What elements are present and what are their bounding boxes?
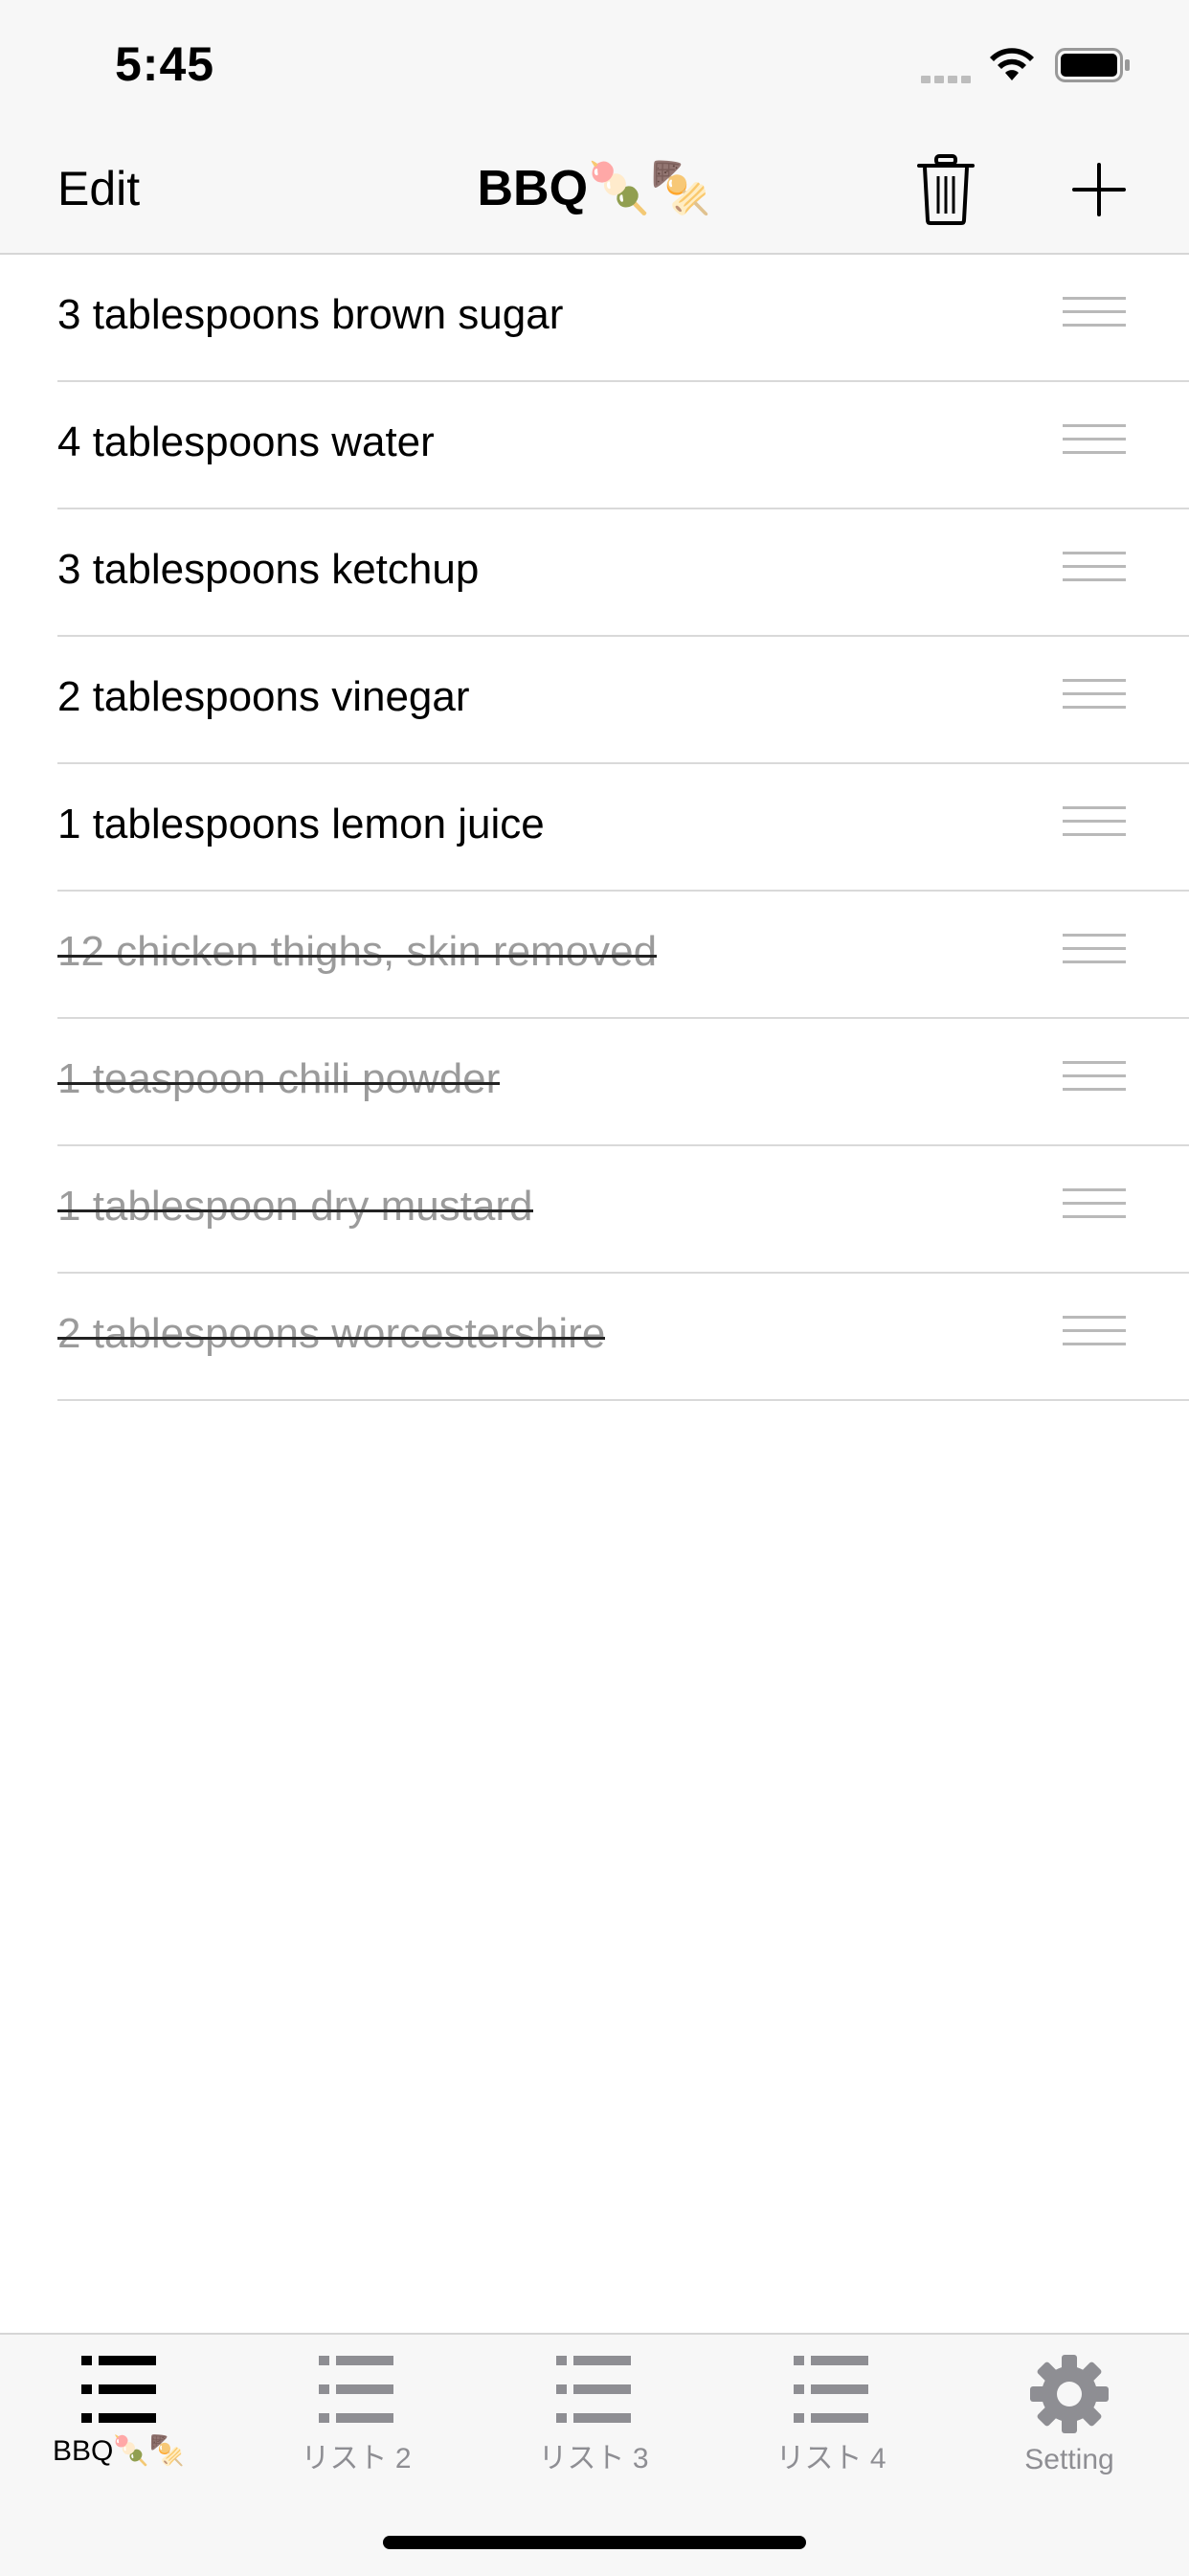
battery-icon	[1055, 48, 1130, 82]
wifi-icon	[990, 48, 1034, 80]
tab-label: Setting	[1024, 2444, 1114, 2475]
home-indicator	[383, 2536, 806, 2549]
cellular-signal-icon	[921, 71, 975, 83]
tab-list-2[interactable]: リスト 2	[237, 2354, 475, 2497]
tab-label: リスト 4	[775, 2443, 886, 2474]
list-item-text: 3 tablespoons brown sugar	[57, 291, 564, 338]
list-icon	[81, 2356, 156, 2423]
tab-bbq[interactable]: BBQ🍡🍢	[0, 2354, 237, 2497]
list-item-completed[interactable]: 12 chicken thighs, skin removed	[57, 892, 1189, 1019]
list-item[interactable]: 3 tablespoons ketchup	[57, 509, 1189, 637]
list-item[interactable]: 1 tablespoons lemon juice	[57, 764, 1189, 892]
list-item-text: 1 teaspoon chili powder	[57, 1055, 501, 1102]
trash-icon[interactable]	[915, 153, 976, 226]
list-item[interactable]: 4 tablespoons water	[57, 382, 1189, 509]
reorder-handle-icon[interactable]	[1063, 552, 1126, 592]
reorder-handle-icon[interactable]	[1063, 679, 1126, 719]
list-item-text: 1 tablespoons lemon juice	[57, 801, 545, 847]
strikethrough-line	[57, 955, 658, 958]
tab-list-4[interactable]: リスト 4	[712, 2354, 950, 2497]
reorder-handle-icon[interactable]	[1063, 1188, 1126, 1229]
list-item-completed[interactable]: 2 tablespoons worcestershire	[57, 1274, 1189, 1401]
reorder-handle-icon[interactable]	[1063, 1061, 1126, 1101]
list-item[interactable]: 3 tablespoons brown sugar	[57, 255, 1189, 382]
tab-label: リスト 3	[538, 2443, 649, 2474]
gear-icon	[1030, 2355, 1109, 2433]
add-button[interactable]	[1070, 161, 1128, 218]
list-item-completed[interactable]: 1 tablespoon dry mustard	[57, 1146, 1189, 1274]
status-bar: 5:45	[0, 0, 1189, 134]
list-item-text: 3 tablespoons ketchup	[57, 546, 480, 593]
list-item-text: 2 tablespoons worcestershire	[57, 1310, 606, 1357]
list-item-text: 12 chicken thighs, skin removed	[57, 928, 658, 975]
reorder-handle-icon[interactable]	[1063, 806, 1126, 847]
reorder-handle-icon[interactable]	[1063, 297, 1126, 337]
tab-label: リスト 2	[301, 2443, 412, 2474]
reorder-handle-icon[interactable]	[1063, 1316, 1126, 1356]
ingredient-list: 3 tablespoons brown sugar 4 tablespoons …	[0, 255, 1189, 1401]
list-item-completed[interactable]: 1 teaspoon chili powder	[57, 1019, 1189, 1146]
list-icon	[319, 2356, 393, 2423]
list-icon	[794, 2356, 868, 2423]
strikethrough-line	[57, 1082, 501, 1085]
strikethrough-line	[57, 1337, 606, 1340]
reorder-handle-icon[interactable]	[1063, 424, 1126, 464]
list-item-text: 1 tablespoon dry mustard	[57, 1183, 533, 1230]
list-item[interactable]: 2 tablespoons vinegar	[57, 637, 1189, 764]
tab-label: BBQ🍡🍢	[52, 2435, 186, 2467]
reorder-handle-icon[interactable]	[1063, 934, 1126, 974]
tab-list-3[interactable]: リスト 3	[475, 2354, 712, 2497]
list-item-text: 2 tablespoons vinegar	[57, 673, 470, 720]
list-icon	[556, 2356, 631, 2423]
tab-setting[interactable]: Setting	[950, 2354, 1189, 2497]
status-time: 5:45	[115, 37, 215, 91]
list-item-text: 4 tablespoons water	[57, 418, 435, 465]
navigation-bar: Edit BBQ🍡🍢	[0, 134, 1189, 255]
strikethrough-line	[57, 1209, 533, 1212]
page-title: BBQ🍡🍢	[477, 161, 712, 216]
